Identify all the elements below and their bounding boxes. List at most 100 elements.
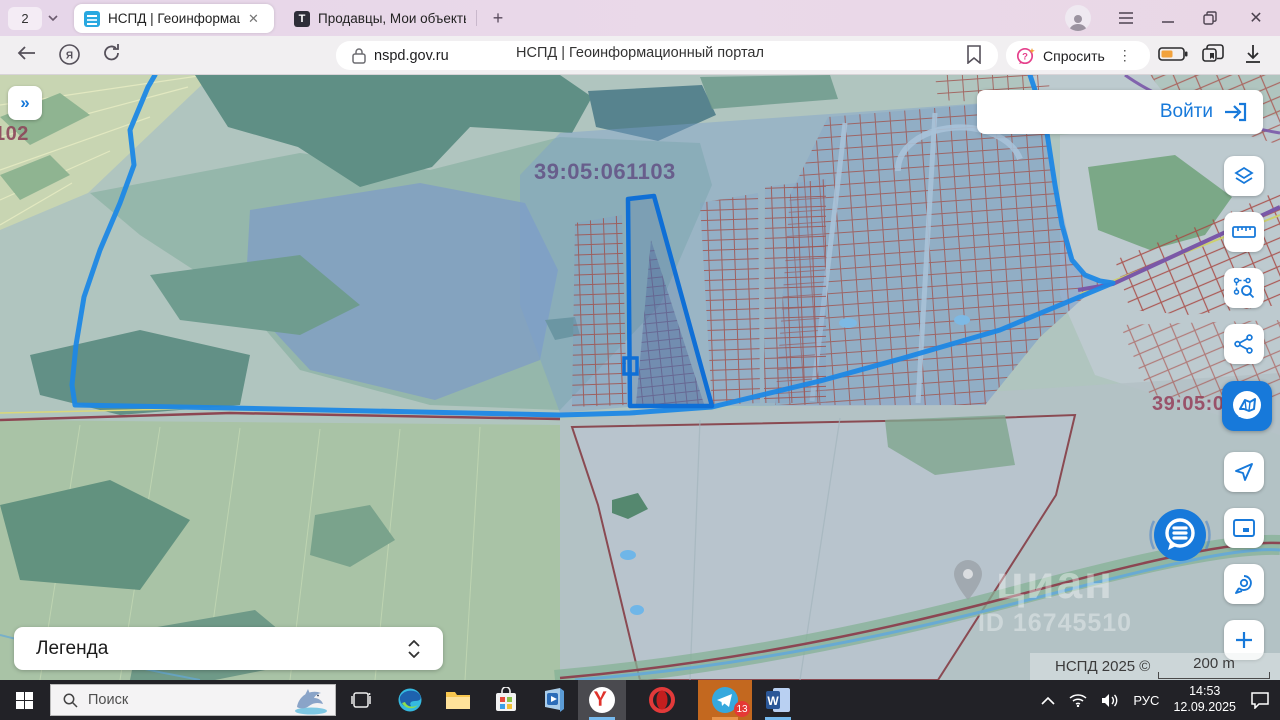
nspd-favicon (84, 11, 100, 27)
tab-counter[interactable]: 2 (8, 7, 42, 30)
windows-logo-icon (16, 692, 33, 709)
login-button[interactable]: Войти (977, 90, 1263, 134)
yandex-browser-icon (588, 686, 616, 714)
window-minimize-button[interactable] (1152, 4, 1184, 32)
cadastral-quarter-label: 39:05:061103 (534, 159, 676, 185)
volume-icon[interactable] (1101, 693, 1119, 708)
login-icon (1223, 102, 1247, 122)
taskbar-word[interactable]: W (756, 680, 800, 720)
geolocation-button[interactable] (1224, 452, 1264, 492)
mini-map-button[interactable] (1224, 508, 1264, 548)
ruler-button[interactable] (1224, 212, 1264, 252)
start-button[interactable] (0, 680, 48, 720)
sellers-favicon: Т (294, 11, 310, 27)
task-view-icon (351, 690, 371, 710)
map-viewport[interactable]: 39:05:061103 39:05:0 102 » Войти циан ID… (0, 75, 1280, 680)
svg-text:?: ? (1022, 51, 1028, 62)
tab-title: Продавцы, Мои объекты (318, 11, 466, 26)
task-view-button[interactable] (342, 680, 380, 720)
windows-taskbar: Поиск 13 W РУС (0, 680, 1280, 720)
ask-kebab-icon[interactable]: ⋮ (1118, 47, 1132, 64)
sidebar-expand-button[interactable]: » (8, 86, 42, 120)
browser-tab-strip: 2 НСПД | Геоинформаци ✕ Т Продавцы, Мои … (0, 0, 1280, 36)
layers-button[interactable] (1224, 156, 1264, 196)
search-location-icon (1233, 573, 1255, 595)
tab-panel-icon[interactable] (1202, 44, 1224, 68)
tab-title: НСПД | Геоинформаци (108, 11, 240, 26)
action-center-icon[interactable] (1250, 691, 1270, 709)
tray-date: 12.09.2025 (1173, 700, 1236, 714)
map-attribution: НСПД 2025 © (1055, 658, 1150, 675)
mini-map-icon (1233, 519, 1255, 537)
window-restore-button[interactable] (1194, 4, 1226, 32)
svg-text:W: W (767, 694, 779, 708)
refresh-icon[interactable] (102, 43, 122, 67)
window-close-button[interactable]: ✕ (1240, 4, 1272, 32)
taskbar-telegram-active[interactable]: 13 (698, 680, 752, 720)
profile-avatar[interactable] (1062, 4, 1094, 32)
search-placeholder: Поиск (88, 692, 281, 708)
taskbar-store[interactable] (484, 680, 528, 720)
svg-text:Я: Я (66, 51, 73, 62)
cadastral-quarter-label-partial: 39:05:0 (1152, 393, 1224, 416)
legend-panel[interactable]: Легенда (14, 627, 443, 670)
dolphin-image (291, 685, 331, 715)
store-icon (494, 687, 518, 713)
geolocation-icon (1234, 462, 1254, 482)
word-icon: W (765, 687, 791, 713)
new-tab-button[interactable]: + (486, 6, 510, 30)
area-search-button[interactable] (1224, 268, 1264, 308)
tab-separator (476, 10, 477, 26)
url-text: nspd.gov.ru (374, 48, 449, 64)
object-card-icon (1228, 387, 1266, 425)
bookmark-icon[interactable] (966, 45, 982, 69)
yandex-protect-icon[interactable]: Я (58, 43, 81, 70)
chat-button[interactable] (1146, 501, 1214, 569)
ask-button[interactable]: ? Спросить ⋮ (1006, 41, 1150, 70)
tab-sellers[interactable]: Т Продавцы, Мои объекты (284, 4, 476, 33)
taskbar-explorer[interactable] (436, 680, 480, 720)
opera-icon (649, 687, 675, 713)
taskbar-movies[interactable] (532, 680, 576, 720)
wifi-icon[interactable] (1069, 693, 1087, 707)
tabs-dropdown-icon[interactable] (47, 12, 59, 24)
ask-label: Спросить (1043, 48, 1105, 64)
taskbar-edge[interactable] (388, 680, 432, 720)
scale-bar: 200 m (1158, 655, 1270, 679)
legend-toggle-icon[interactable] (407, 639, 421, 659)
object-card-button-active[interactable] (1222, 381, 1272, 431)
ruler-icon (1232, 224, 1256, 240)
edge-icon (397, 687, 423, 713)
search-location-button[interactable] (1224, 564, 1264, 604)
back-icon[interactable] (16, 45, 36, 65)
share-button[interactable] (1224, 324, 1264, 364)
tray-expand-icon[interactable] (1041, 696, 1055, 705)
taskbar-yandex-browser-active[interactable] (578, 680, 626, 720)
taskbar-opera[interactable] (640, 680, 684, 720)
search-icon (63, 693, 78, 708)
battery-icon[interactable] (1158, 46, 1188, 66)
legend-label: Легенда (36, 638, 108, 660)
movies-tv-icon (541, 687, 567, 713)
login-label: Войти (1160, 101, 1213, 123)
lock-icon (352, 47, 366, 64)
downloads-icon[interactable] (1244, 44, 1262, 68)
browser-menu-icon[interactable] (1110, 4, 1142, 32)
share-icon (1234, 334, 1254, 354)
taskbar-search-input[interactable]: Поиск (50, 684, 336, 716)
tray-clock[interactable]: 14:53 12.09.2025 (1173, 684, 1236, 715)
scale-label: 200 m (1158, 655, 1270, 672)
language-indicator[interactable]: РУС (1133, 693, 1159, 708)
ask-chat-icon: ? (1016, 46, 1036, 66)
area-search-icon (1233, 277, 1255, 299)
layers-icon (1233, 165, 1255, 187)
scale-line (1158, 672, 1270, 679)
plus-icon (1234, 630, 1254, 650)
notification-badge: 13 (734, 701, 750, 717)
page-title: НСПД | Геоинформационный портал (440, 45, 840, 61)
folder-icon (445, 689, 471, 711)
tab-close-icon[interactable]: ✕ (248, 11, 259, 27)
tab-nspd[interactable]: НСПД | Геоинформаци ✕ (74, 4, 274, 33)
tray-time: 14:53 (1189, 684, 1220, 698)
cadastral-quarter-label-partial: 102 (0, 123, 29, 146)
